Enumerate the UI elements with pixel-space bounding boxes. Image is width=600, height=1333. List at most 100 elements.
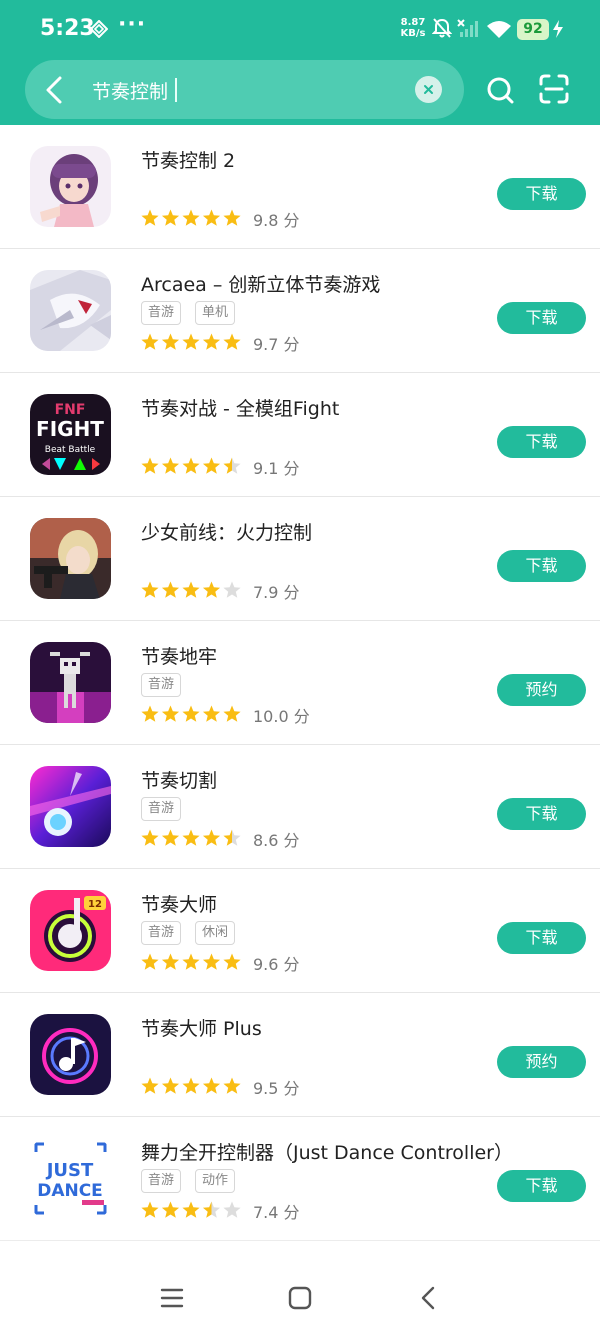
status-bar: 5:23 ··· 8.87 KB/s 92: [0, 0, 600, 58]
app-name: 节奏切割: [141, 770, 218, 792]
download-button[interactable]: 下载: [497, 550, 586, 582]
menu-icon[interactable]: [160, 1286, 184, 1310]
home-icon[interactable]: [288, 1286, 312, 1310]
star-icon: [202, 829, 221, 846]
app-name: 舞力全开控制器（Just Dance Controller）: [141, 1142, 513, 1164]
list-item[interactable]: 12 节奏大师 音游 休闲 9.6 分 下载: [0, 869, 600, 993]
star-icon: [141, 953, 159, 970]
star-icon: [223, 457, 241, 474]
system-nav-bar: [0, 1246, 600, 1333]
rating-score: 10.0 分: [253, 707, 310, 726]
star-icon: [182, 457, 200, 474]
app-name: 节奏地牢: [141, 646, 218, 668]
rating-stars: [141, 1077, 241, 1094]
list-item[interactable]: FNF FIGHT Beat Battle 节奏对战 - 全模组Fight 9.…: [0, 373, 600, 497]
reserve-button[interactable]: 预约: [497, 674, 586, 706]
rating-score: 9.8 分: [253, 211, 300, 230]
search-input[interactable]: 节奏控制: [92, 77, 168, 103]
rating-score: 9.7 分: [253, 335, 300, 354]
star-icon: [182, 581, 200, 598]
star-icon: [223, 333, 241, 350]
status-time: 5:23: [40, 16, 95, 41]
clear-search-button[interactable]: [415, 76, 442, 103]
star-icon: [141, 1077, 159, 1094]
rating-score: 9.6 分: [253, 955, 300, 974]
list-item[interactable]: 少女前线：火力控制 7.9 分 下载: [0, 497, 600, 621]
net-speed: 8.87 KB/s: [398, 17, 428, 39]
star-icon: [141, 457, 159, 474]
search-icon[interactable]: [486, 76, 514, 104]
app-name: 节奏对战 - 全模组Fight: [141, 398, 340, 420]
star-icon: [161, 829, 180, 846]
list-item[interactable]: 节奏地牢 音游 10.0 分 预约: [0, 621, 600, 745]
star-icon: [141, 705, 159, 722]
search-bar[interactable]: [25, 60, 464, 119]
rating-stars: [141, 705, 241, 722]
star-icon: [202, 1077, 221, 1094]
app-name: 节奏大师 Plus: [141, 1018, 262, 1040]
anniversary-badge: 12: [88, 899, 102, 910]
rating-stars: [141, 333, 241, 350]
app-list: 节奏控制 2 9.8 分 下载 Arcaea – 创新立体节奏游戏 音游 单机 9…: [0, 125, 600, 1241]
download-button[interactable]: 下载: [497, 922, 586, 954]
list-item[interactable]: Arcaea – 创新立体节奏游戏 音游 单机 9.7 分 下载: [0, 249, 600, 373]
back-arrow-icon[interactable]: [40, 74, 68, 106]
rating-score: 8.6 分: [253, 831, 300, 850]
anime-girl-icon: [30, 146, 111, 227]
tag-list: 音游 单机: [141, 301, 249, 325]
wifi-icon: [487, 21, 511, 38]
jd-logo-line1: JUST: [45, 1160, 94, 1181]
rating-score: 7.9 分: [253, 583, 300, 602]
crypt-icon: [30, 642, 111, 723]
scan-icon[interactable]: [539, 74, 569, 104]
list-item[interactable]: 节奏控制 2 9.8 分 下载: [0, 125, 600, 249]
star-icon: [182, 1201, 200, 1218]
star-icon: [161, 333, 180, 350]
girls-frontline-icon: [30, 518, 111, 599]
list-item[interactable]: JUST DANCE 舞力全开控制器（Just Dance Controller…: [0, 1117, 600, 1241]
list-item[interactable]: 节奏切割 音游 8.6 分 下载: [0, 745, 600, 869]
star-icon: [161, 705, 180, 722]
download-button[interactable]: 下载: [497, 178, 586, 210]
fnf-icon: FNF FIGHT Beat Battle: [30, 394, 111, 475]
star-icon: [223, 209, 241, 226]
svg-text:FIGHT: FIGHT: [36, 417, 104, 441]
star-icon: [161, 953, 180, 970]
rhythm-master-icon: 12: [30, 890, 111, 971]
star-icon: [202, 209, 221, 226]
bell-muted-icon: [432, 18, 452, 38]
back-icon[interactable]: [418, 1286, 438, 1310]
app-name: 少女前线：火力控制: [141, 522, 313, 544]
download-button[interactable]: 下载: [497, 426, 586, 458]
tag: 休闲: [195, 921, 236, 945]
star-icon: [202, 333, 221, 350]
star-icon: [182, 953, 200, 970]
tag: 音游: [141, 673, 182, 697]
star-icon: [223, 1077, 241, 1094]
fnf-title: FNF: [55, 402, 86, 418]
arcaea-icon: [30, 270, 111, 351]
rating-stars: [141, 457, 241, 474]
reserve-button[interactable]: 预约: [497, 1046, 586, 1078]
list-item[interactable]: 节奏大师 Plus 9.5 分 预约: [0, 993, 600, 1117]
star-icon: [202, 457, 221, 474]
app-name: Arcaea – 创新立体节奏游戏: [141, 274, 381, 296]
rating-score: 9.5 分: [253, 1079, 300, 1098]
star-icon: [161, 1077, 180, 1094]
download-button[interactable]: 下载: [497, 798, 586, 830]
signal-icon: [457, 19, 478, 37]
star-icon: [182, 333, 200, 350]
download-button[interactable]: 下载: [497, 302, 586, 334]
rating-stars: [141, 953, 241, 970]
star-icon: [202, 581, 221, 598]
tag: 单机: [195, 301, 236, 325]
tag: 动作: [195, 1169, 236, 1193]
rating-stars: [141, 581, 241, 598]
text-cursor: [175, 78, 177, 102]
app-header: 5:23 ··· 8.87 KB/s 92 节奏控制: [0, 0, 600, 125]
net-speed-unit: KB/s: [400, 28, 426, 39]
star-icon: [223, 581, 241, 598]
download-button[interactable]: 下载: [497, 1170, 586, 1202]
rating-score: 7.4 分: [253, 1203, 300, 1222]
star-icon: [202, 953, 221, 970]
